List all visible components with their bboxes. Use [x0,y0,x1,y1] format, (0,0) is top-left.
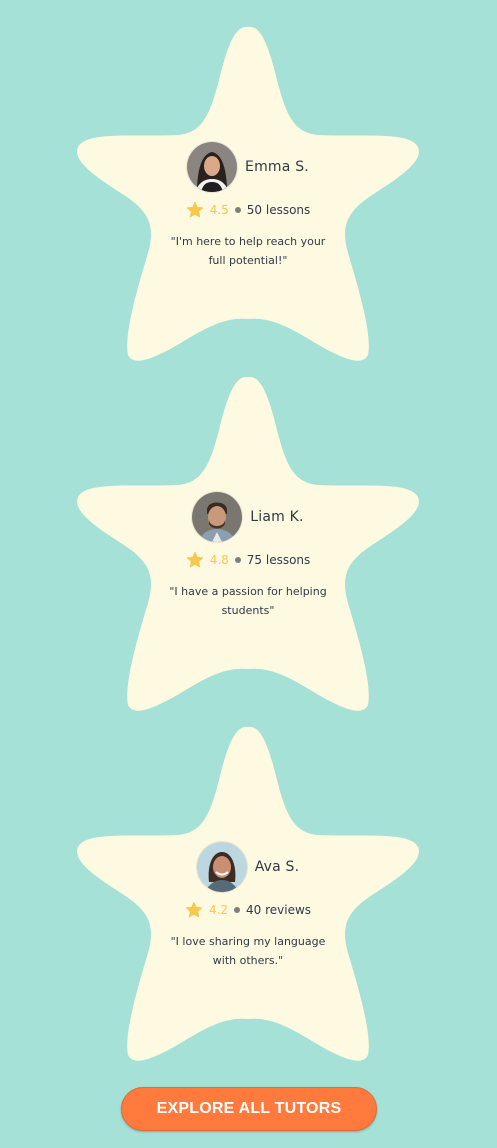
star-card-shape [77,726,419,1061]
separator-dot [234,207,241,213]
tutor-name: Liam K. [250,509,304,525]
star-icon [185,901,202,918]
separator-dot [234,907,241,913]
star-card-shape [77,376,419,711]
tutor-card[interactable]: Ava S. 4.2 40 reviews "I love sharing my… [72,725,424,1065]
tutor-rating: 4.2 [208,903,229,917]
star-icon [186,551,203,568]
tutor-rating: 4.5 [209,203,229,217]
tutor-quote: "I'm here to help reach your full potent… [170,235,326,267]
tutor-avatar [187,142,238,192]
tutor-quote: "I love sharing my language with others.… [170,935,326,967]
tutor-lesson-count: 50 lessons [246,203,311,217]
tutor-card[interactable]: Emma S. 4.5 50 lessons "I'm here to help… [72,25,424,365]
tutor-review-count: 40 reviews [246,903,312,917]
tutor-rating: 4.8 [209,553,229,567]
tutor-name: Ava S. [254,859,300,875]
tutor-avatar [196,842,247,892]
star-card-shape [77,26,419,361]
explore-all-tutors-button[interactable]: EXPLORE ALL TUTORS [121,1087,377,1131]
tutor-lesson-count: 75 lessons [246,553,311,567]
star-icon [186,201,203,218]
tutor-name: Emma S. [245,159,309,175]
tutor-quote: "I have a passion for helping students" [169,585,327,617]
tutor-card[interactable]: Liam K. 4.8 75 lessons "I have a passion… [72,375,424,715]
separator-dot [234,557,241,563]
tutor-avatar [192,492,243,542]
